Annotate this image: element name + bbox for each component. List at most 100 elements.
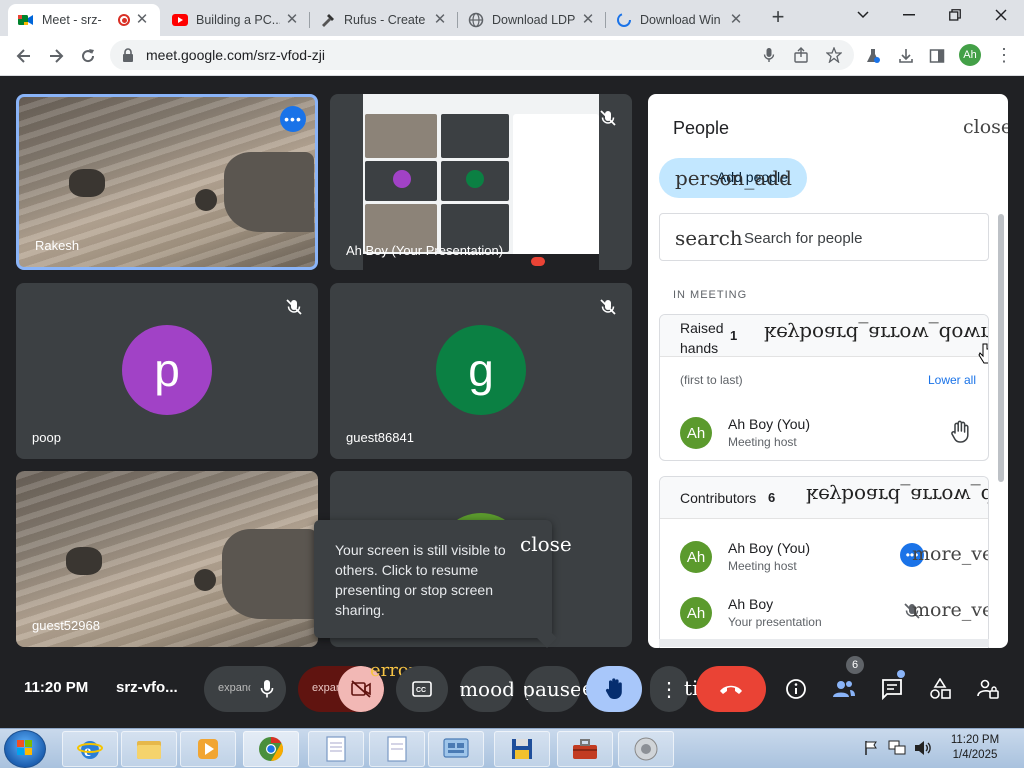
raise-hand-button[interactable] (586, 666, 642, 712)
captions-button[interactable]: CC (396, 666, 448, 712)
search-icon: search (675, 226, 743, 250)
person-role: Meeting host (728, 435, 797, 449)
internet-explorer-icon[interactable]: e (62, 731, 118, 767)
chat-icon[interactable] (874, 670, 910, 708)
close-window-button[interactable] (978, 0, 1024, 30)
tab-close-icon[interactable]: ✕ (284, 12, 300, 28)
browser-tab-bar: Meet - srz- ✕ Building a PC... ✕ Rufus -… (0, 0, 1024, 36)
participant-name: Ah Boy (Your Presentation) (346, 243, 504, 258)
avatar: Ah (680, 541, 712, 573)
participant-tile-rakesh[interactable]: ••• Rakesh (16, 94, 318, 270)
microphone-button[interactable] (250, 672, 284, 706)
browser-toolbar: meet.google.com/srz-vfod-zji Ah ⋮ (0, 36, 1024, 76)
more-vert-icon[interactable]: more_vert (912, 599, 988, 621)
vertical-scrollbar[interactable] (998, 214, 1004, 482)
more-options-button[interactable]: ⋮ (650, 666, 688, 712)
tab-meet[interactable]: Meet - srz- ✕ (8, 4, 160, 36)
download-icon[interactable] (895, 45, 917, 67)
microphone-control[interactable]: expand_less (204, 666, 286, 712)
lower-all-button[interactable]: Lower all (928, 373, 976, 387)
side-panel-icon[interactable] (926, 45, 948, 67)
toolbox-icon[interactable] (557, 731, 613, 767)
tab-close-icon[interactable]: ✕ (580, 12, 596, 28)
raised-hands-header[interactable]: Raised hands 1 keyboard_arrow_down (660, 315, 988, 357)
people-search-box[interactable]: search (659, 213, 989, 261)
screen-share-toast[interactable]: Your screen is still visible to others. … (314, 520, 572, 648)
chrome-icon[interactable] (243, 731, 299, 767)
document-icon[interactable] (369, 731, 425, 767)
google-meet-icon (18, 12, 34, 28)
microphone-icon[interactable] (760, 46, 778, 64)
browser-menu-icon[interactable]: ⋮ (994, 44, 1014, 68)
forward-button[interactable] (42, 42, 70, 70)
avatar: g (436, 325, 526, 415)
raised-hand-icon[interactable] (949, 420, 971, 449)
notepad-icon[interactable] (308, 731, 364, 767)
floppy-save-icon[interactable] (494, 731, 550, 767)
restore-button[interactable] (932, 0, 978, 30)
file-explorer-icon[interactable] (121, 731, 177, 767)
meeting-info-icon[interactable] (778, 670, 814, 708)
people-panel: People close Add people person_add searc… (648, 94, 1008, 648)
end-call-button[interactable] (696, 666, 766, 712)
back-button[interactable] (10, 42, 38, 70)
mic-off-icon (598, 108, 618, 128)
avatar: p (122, 325, 212, 415)
list-item[interactable]: Ah Ah Boy Your presentation more_vert (660, 587, 988, 643)
add-people-button[interactable]: Add people person_add (659, 158, 807, 198)
mood-icon: mood (460, 677, 514, 701)
search-input[interactable] (744, 227, 974, 249)
bookmark-star-icon[interactable] (825, 46, 843, 64)
order-hint: (first to last) (680, 373, 743, 387)
list-item[interactable]: Ah Ah Boy (You) Meeting host (660, 407, 988, 460)
tab-title: Download LDP (492, 13, 576, 27)
avatar: Ah (680, 597, 712, 629)
speaker-app-icon[interactable] (618, 731, 674, 767)
labs-flask-icon[interactable] (862, 45, 884, 67)
contributors-header[interactable]: Contributors 6 keyboard_arrow_down (660, 477, 988, 519)
activities-icon[interactable] (922, 670, 958, 708)
control-panel-icon[interactable] (428, 731, 484, 767)
volume-icon[interactable] (914, 740, 932, 761)
tab-close-icon[interactable]: ✕ (134, 12, 150, 28)
profile-avatar[interactable]: Ah (959, 44, 981, 66)
close-icon[interactable]: close (963, 116, 1008, 138)
host-controls-lock-icon[interactable] (970, 670, 1006, 708)
action-center-flag-icon[interactable] (864, 740, 878, 761)
network-icon[interactable] (888, 740, 906, 761)
share-icon[interactable] (792, 46, 810, 64)
address-bar[interactable]: meet.google.com/srz-vfod-zji (110, 40, 854, 70)
list-item[interactable]: Ah Ah Boy (You) Meeting host ••• more_ve… (660, 531, 988, 587)
tab-download-ldp[interactable]: Download LDP ✕ (458, 4, 606, 36)
minimize-button[interactable] (886, 0, 932, 30)
taskbar-clock[interactable]: 11:20 PM 1/4/2025 (940, 733, 1010, 763)
more-options-icon[interactable]: ••• (280, 106, 306, 132)
reactions-button[interactable]: mood (460, 666, 514, 712)
participant-tile-guest52968[interactable]: guest52968 (16, 471, 318, 647)
more-vert-icon[interactable]: more_vert (912, 543, 988, 565)
participant-tile-guest86841[interactable]: g guest86841 (330, 283, 632, 459)
tab-close-icon[interactable]: ✕ (728, 12, 744, 28)
reload-button[interactable] (74, 42, 102, 70)
tab-search-icon[interactable] (840, 0, 886, 30)
person-add-icon: person_add (675, 166, 792, 190)
close-icon[interactable]: close (520, 534, 572, 554)
participant-tile-presentation[interactable]: Ah Boy (Your Presentation) (330, 94, 632, 270)
globe-icon (468, 12, 484, 28)
media-player-icon[interactable] (180, 731, 236, 767)
tab-title: Building a PC... (196, 13, 280, 27)
horizontal-scrollbar[interactable] (659, 639, 989, 647)
chevron-down-icon[interactable]: keyboard_arrow_down (764, 322, 988, 346)
group-count: 1 (730, 328, 738, 343)
tab-rufus[interactable]: Rufus - Create ✕ (310, 4, 458, 36)
people-icon[interactable] (826, 670, 862, 708)
tab-building-a-pc[interactable]: Building a PC... ✕ (162, 4, 310, 36)
tab-close-icon[interactable]: ✕ (432, 12, 448, 28)
start-button[interactable] (4, 730, 46, 768)
tab-download-win[interactable]: Download Win ✕ (606, 4, 754, 36)
chevron-down-icon[interactable]: keyboard_arrow_down (806, 484, 988, 508)
participant-tile-poop[interactable]: p poop (16, 283, 318, 459)
present-button[interactable]: pause (524, 666, 580, 712)
rufus-icon (320, 12, 336, 28)
new-tab-button[interactable]: + (766, 6, 790, 30)
